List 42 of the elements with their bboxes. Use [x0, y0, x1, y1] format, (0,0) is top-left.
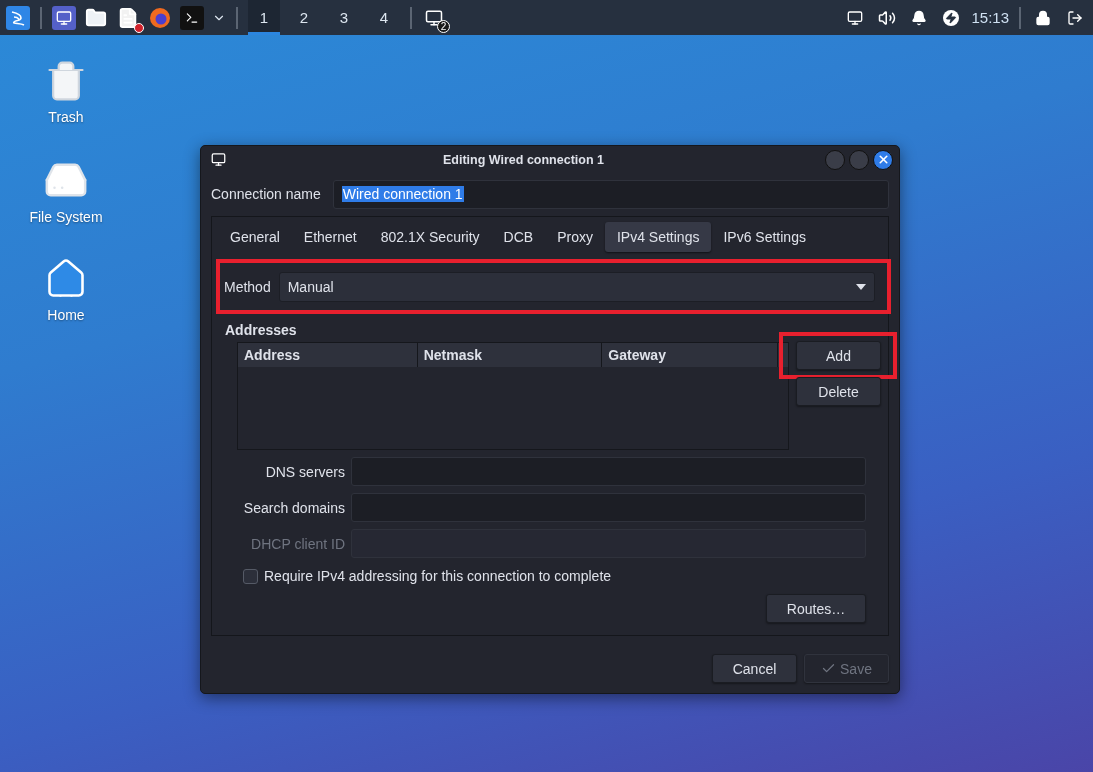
notification-count: 2 — [437, 19, 450, 33]
method-dropdown[interactable]: Manual — [278, 271, 875, 302]
terminal-icon[interactable] — [180, 5, 204, 30]
tab[interactable]: IPv6 Settings — [711, 222, 818, 252]
column-header[interactable]: Gateway — [602, 343, 778, 367]
browser-icon[interactable] — [148, 5, 172, 30]
desktop-icon-label[interactable]: File System — [29, 209, 103, 225]
close-icon — [876, 153, 890, 166]
addresses-table[interactable]: Address Netmask Gateway — [237, 342, 789, 450]
column-header[interactable]: Address — [238, 343, 418, 367]
workspace-button[interactable]: 1 — [248, 0, 280, 35]
tab[interactable]: General — [218, 222, 292, 252]
field-label: Search domains — [242, 499, 345, 516]
clock[interactable]: 15:13 — [971, 9, 1009, 26]
field-label: DNS servers — [264, 463, 345, 480]
connection-name-field[interactable]: Wired connection 1 — [332, 179, 889, 209]
routes-button[interactable]: Routes… — [766, 594, 866, 623]
tab[interactable]: DCB — [491, 222, 546, 252]
desktop-icon-label[interactable]: Home — [47, 307, 85, 323]
method-label: Method — [224, 278, 271, 295]
checkbox-label: Require IPv4 addressing for this connection to complete — [264, 568, 612, 584]
field-label: DHCP client ID — [250, 535, 345, 552]
dragon-logo-icon[interactable] — [6, 5, 30, 30]
window-title: Editing Wired connection 1 — [442, 152, 605, 167]
workspace-button[interactable]: 3 — [328, 0, 360, 35]
desktop-icon-label[interactable]: Trash — [48, 109, 84, 125]
column-header[interactable]: Netmask — [417, 343, 603, 367]
address-button[interactable]: Delete — [796, 377, 881, 406]
workspace-button[interactable]: 4 — [368, 0, 400, 35]
checkbox[interactable] — [243, 568, 258, 584]
tab[interactable]: IPv4 Settings — [604, 222, 712, 252]
workspace-button[interactable]: 2 — [288, 0, 320, 35]
connection-name-label: Connection name — [211, 186, 321, 202]
monitor-icon[interactable] — [52, 5, 76, 30]
dropdown-arrow-icon — [856, 283, 866, 290]
dialog-button[interactable]: Cancel — [712, 654, 797, 683]
tab[interactable]: Ethernet — [291, 222, 369, 252]
close-button[interactable] — [873, 149, 893, 170]
address-button[interactable]: Add — [796, 341, 881, 370]
tab[interactable]: Proxy — [545, 222, 605, 252]
tab[interactable]: 802.1X Security — [368, 222, 492, 252]
addresses-heading: Addresses — [225, 322, 298, 338]
